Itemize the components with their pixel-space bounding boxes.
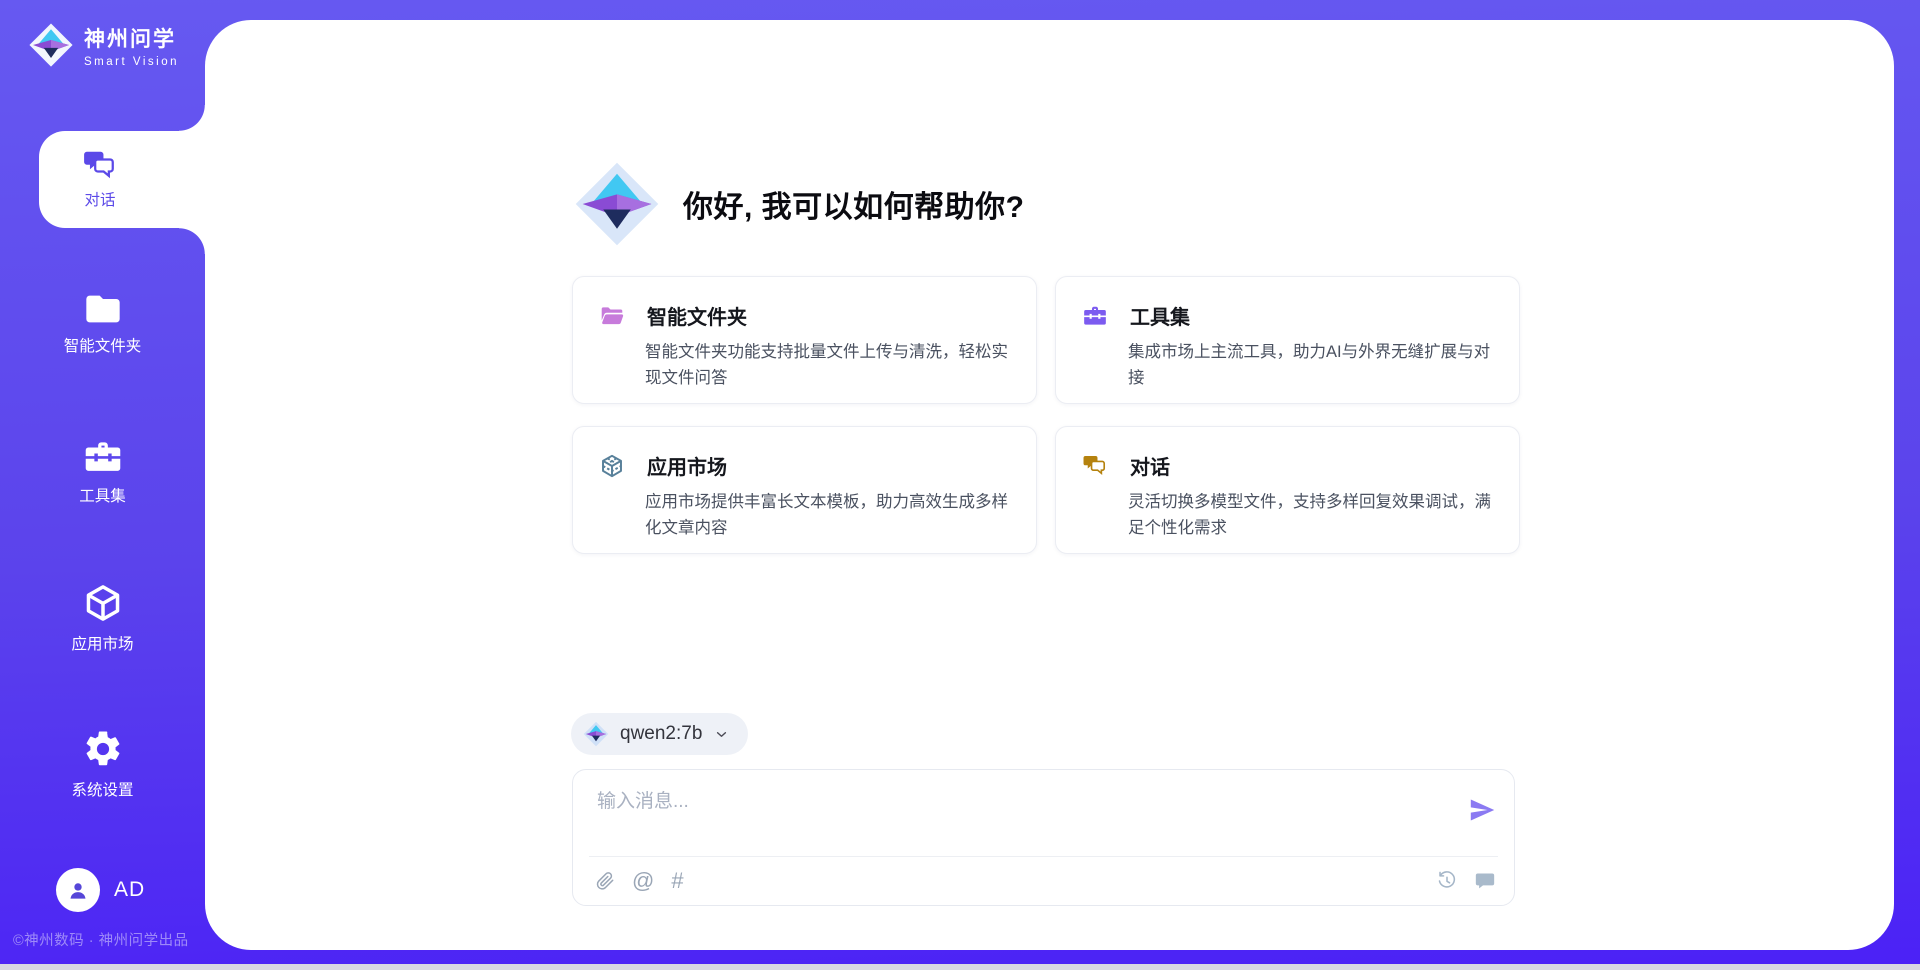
brand-title: 神州问学 — [84, 23, 179, 53]
sidebar-item-label: 应用市场 — [71, 632, 133, 654]
card-title: 工具集 — [1130, 301, 1190, 330]
sidebar-item-smart-folder[interactable]: 智能文件夹 — [0, 292, 205, 356]
mention-icon[interactable]: @ — [632, 870, 654, 892]
card-description: 灵活切换多模型文件，支持多样回复效果调试，满足个性化需求 — [1128, 489, 1493, 542]
brand-logo: 神州问学 Smart Vision — [28, 22, 179, 68]
folder-icon — [83, 292, 123, 326]
chevron-down-icon — [713, 726, 730, 743]
card-description: 集成市场上主流工具，助力AI与外界无缝扩展与对接 — [1128, 339, 1493, 392]
sidebar-item-toolset[interactable]: 工具集 — [0, 438, 205, 506]
card-title: 智能文件夹 — [647, 301, 747, 330]
sidebar-item-chat[interactable]: 对话 — [39, 131, 205, 228]
message-composer: @ # — [572, 769, 1515, 906]
brand-diamond-icon — [28, 22, 74, 68]
history-icon[interactable] — [1436, 870, 1458, 892]
composer-divider — [589, 856, 1498, 857]
sidebar-item-label: 工具集 — [79, 484, 126, 506]
sidebar-item-label: 智能文件夹 — [64, 334, 142, 356]
chat-bubbles-icon — [82, 150, 118, 180]
brand-diamond-icon — [573, 160, 661, 248]
model-selector[interactable]: qwen2:7b — [571, 713, 748, 755]
avatar — [56, 868, 100, 912]
card-app-market[interactable]: 应用市场 应用市场提供丰富长文本模板，助力高效生成多样化文章内容 — [572, 426, 1037, 554]
sidebar-item-app-market[interactable]: 应用市场 — [0, 582, 205, 654]
sidebar: 神州问学 Smart Vision 对话 智能文件夹 — [0, 0, 205, 970]
toolbox-icon — [1082, 304, 1108, 328]
card-toolset[interactable]: 工具集 集成市场上主流工具，助力AI与外界无缝扩展与对接 — [1055, 276, 1520, 404]
copyright-text: ©神州数码 · 神州问学出品 — [13, 929, 189, 950]
brand-subtitle: Smart Vision — [84, 56, 179, 68]
main-panel: 你好, 我可以如何帮助你? 智能文件夹 智能文件夹功能支持批量文件上传与清洗，轻… — [205, 20, 1894, 950]
toolbox-icon — [82, 438, 124, 476]
brand-diamond-icon — [583, 721, 609, 747]
feature-cards: 智能文件夹 智能文件夹功能支持批量文件上传与清洗，轻松实现文件问答 工具集 集成… — [572, 276, 1520, 554]
message-input[interactable] — [595, 784, 1439, 850]
person-icon — [65, 877, 91, 903]
sidebar-item-label: 对话 — [84, 188, 115, 210]
greeting-section: 你好, 我可以如何帮助你? — [573, 160, 1025, 248]
composer-toolbar-left: @ # — [595, 870, 684, 892]
folder-open-icon — [599, 304, 625, 328]
greeting-title: 你好, 我可以如何帮助你? — [683, 182, 1025, 226]
model-name: qwen2:7b — [620, 723, 702, 745]
user-name: AD — [114, 878, 145, 902]
card-smart-folder[interactable]: 智能文件夹 智能文件夹功能支持批量文件上传与清洗，轻松实现文件问答 — [572, 276, 1037, 404]
sidebar-item-label: 系统设置 — [71, 778, 133, 800]
sidebar-item-settings[interactable]: 系统设置 — [0, 728, 205, 800]
gear-icon — [82, 728, 124, 770]
card-description: 智能文件夹功能支持批量文件上传与清洗，轻松实现文件问答 — [645, 339, 1010, 392]
chat-bubble-icon[interactable] — [1474, 870, 1496, 892]
send-icon[interactable] — [1468, 796, 1496, 824]
card-title: 应用市场 — [647, 451, 727, 480]
card-title: 对话 — [1130, 451, 1170, 480]
chat-bubbles-icon — [1082, 454, 1108, 477]
user-profile[interactable]: AD — [56, 868, 145, 912]
cube-grid-icon — [599, 453, 625, 479]
card-description: 应用市场提供丰富长文本模板，助力高效生成多样化文章内容 — [645, 489, 1010, 542]
composer-toolbar-right — [1436, 870, 1496, 892]
hashtag-icon[interactable]: # — [671, 870, 683, 892]
window-bottom-edge — [0, 964, 1920, 970]
cube-icon — [82, 582, 124, 624]
card-chat[interactable]: 对话 灵活切换多模型文件，支持多样回复效果调试，满足个性化需求 — [1055, 426, 1520, 554]
paperclip-icon[interactable] — [595, 870, 615, 892]
